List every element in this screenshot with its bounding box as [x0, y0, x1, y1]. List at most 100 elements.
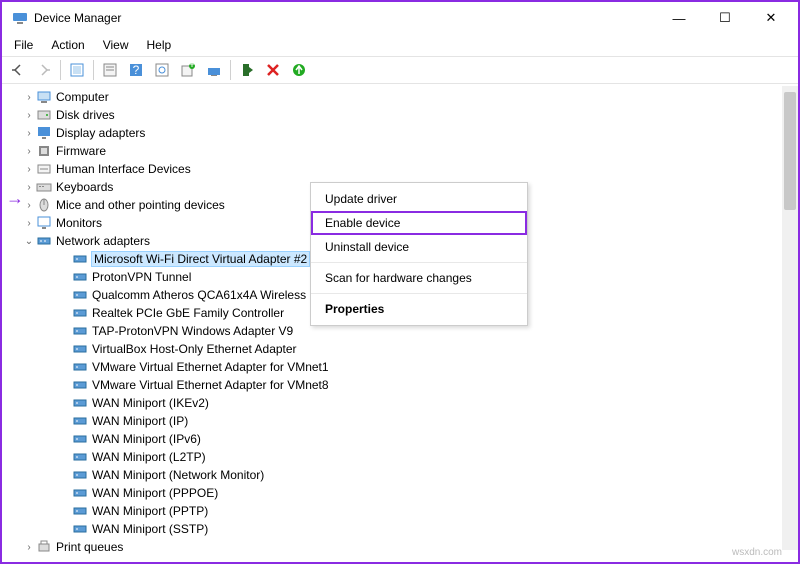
tree-item[interactable]: WAN Miniport (PPPOE): [14, 484, 798, 502]
network-adapter-icon: [72, 287, 88, 303]
context-menu-item[interactable]: Enable device: [311, 211, 527, 235]
properties-button[interactable]: [98, 58, 122, 82]
network-adapter-icon: [72, 305, 88, 321]
uninstall-button[interactable]: [261, 58, 285, 82]
scrollbar-thumb[interactable]: [784, 92, 796, 210]
tree-item[interactable]: WAN Miniport (L2TP): [14, 448, 798, 466]
context-menu-item[interactable]: Properties: [311, 297, 527, 321]
tree-item[interactable]: ›Disk drives: [14, 106, 798, 124]
tree-item[interactable]: › Firmware: [14, 142, 798, 160]
chevron-right-icon[interactable]: ›: [22, 92, 36, 103]
tree-item-label: VMware Virtual Ethernet Adapter for VMne…: [92, 378, 329, 392]
context-menu-item[interactable]: Uninstall device: [311, 235, 527, 259]
tree-item[interactable]: VMware Virtual Ethernet Adapter for VMne…: [14, 358, 798, 376]
tree-item-label: TAP-ProtonVPN Windows Adapter V9: [92, 324, 293, 338]
tree-item-label: Keyboards: [56, 180, 113, 194]
menu-action[interactable]: Action: [43, 36, 92, 54]
device-category-icon: [36, 107, 52, 123]
update-driver-button[interactable]: [202, 58, 226, 82]
chevron-right-icon[interactable]: ›: [22, 182, 36, 193]
tree-item[interactable]: ›Print queues: [14, 538, 798, 556]
tree-item-label: WAN Miniport (IP): [92, 414, 188, 428]
forward-button[interactable]: [32, 58, 56, 82]
app-icon: [12, 10, 28, 26]
tree-item-label: WAN Miniport (PPTP): [92, 504, 208, 518]
tree-item-label: Qualcomm Atheros QCA61x4A Wireless: [92, 288, 306, 302]
tree-item[interactable]: WAN Miniport (IKEv2): [14, 394, 798, 412]
scrollbar[interactable]: [782, 86, 798, 550]
network-adapter-icon: [72, 395, 88, 411]
network-adapter-icon: [72, 521, 88, 537]
device-category-icon: [36, 215, 52, 231]
menu-help[interactable]: Help: [139, 36, 180, 54]
tree-item-label: WAN Miniport (L2TP): [92, 450, 206, 464]
device-category-icon: [36, 161, 52, 177]
tree-item[interactable]: › Human Interface Devices: [14, 160, 798, 178]
tree-item[interactable]: WAN Miniport (IP): [14, 412, 798, 430]
watermark: wsxdn.com: [732, 547, 782, 558]
device-category-icon: [36, 179, 52, 195]
tree-item-label: Network adapters: [56, 234, 150, 248]
menu-separator: [311, 293, 527, 294]
menu-file[interactable]: File: [6, 36, 41, 54]
device-category-icon: [36, 89, 52, 105]
device-category-icon: [36, 233, 52, 249]
show-hidden-button[interactable]: [65, 58, 89, 82]
scan-hardware-button[interactable]: [287, 58, 311, 82]
maximize-button[interactable]: ☐: [702, 3, 748, 33]
tree-item-label: WAN Miniport (IPv6): [92, 432, 201, 446]
network-adapter-icon: [72, 449, 88, 465]
network-adapter-icon: [72, 341, 88, 357]
chevron-right-icon[interactable]: ›: [22, 146, 36, 157]
tree-item[interactable]: WAN Miniport (SSTP): [14, 520, 798, 538]
tree-item-label: Computer: [56, 90, 109, 104]
annotation-arrow-icon: →: [6, 188, 24, 209]
tree-item[interactable]: VMware Virtual Ethernet Adapter for VMne…: [14, 376, 798, 394]
tree-item-label: VMware Virtual Ethernet Adapter for VMne…: [92, 360, 329, 374]
menubar: File Action View Help: [2, 34, 798, 56]
device-category-icon: [36, 197, 52, 213]
help-button[interactable]: ?: [124, 58, 148, 82]
tree-item[interactable]: WAN Miniport (IPv6): [14, 430, 798, 448]
context-menu-item[interactable]: Scan for hardware changes: [311, 266, 527, 290]
network-adapter-icon: [72, 377, 88, 393]
chevron-right-icon[interactable]: ›: [22, 200, 36, 211]
tree-item[interactable]: VirtualBox Host-Only Ethernet Adapter: [14, 340, 798, 358]
tree-item[interactable]: WAN Miniport (Network Monitor): [14, 466, 798, 484]
tree-item-label: WAN Miniport (Network Monitor): [92, 468, 264, 482]
chevron-right-icon[interactable]: ›: [22, 218, 36, 229]
device-category-icon: [36, 143, 52, 159]
tree-item[interactable]: › Computer: [14, 88, 798, 106]
tree-item-label: Human Interface Devices: [56, 162, 191, 176]
tree-item-label: WAN Miniport (PPPOE): [92, 486, 218, 500]
back-button[interactable]: [6, 58, 30, 82]
svg-text:+: +: [188, 62, 195, 71]
scan-button[interactable]: [150, 58, 174, 82]
chevron-right-icon[interactable]: ›: [22, 128, 36, 139]
tree-item[interactable]: WAN Miniport (PPTP): [14, 502, 798, 520]
tree-item-label: WAN Miniport (SSTP): [92, 522, 208, 536]
window-title: Device Manager: [34, 11, 121, 25]
tree-item[interactable]: ›Display adapters: [14, 124, 798, 142]
chevron-right-icon[interactable]: ›: [22, 164, 36, 175]
add-legacy-button[interactable]: +: [176, 58, 200, 82]
tree-item-label: Realtek PCIe GbE Family Controller: [92, 306, 284, 320]
chevron-down-icon[interactable]: ⌄: [22, 236, 36, 247]
network-adapter-icon: [72, 269, 88, 285]
titlebar: Device Manager — ☐ ✕: [2, 2, 798, 34]
context-menu-item[interactable]: Update driver: [311, 187, 527, 211]
network-adapter-icon: [72, 359, 88, 375]
tree-item-label: Firmware: [56, 144, 106, 158]
tree-item-label: ProtonVPN Tunnel: [92, 270, 191, 284]
minimize-button[interactable]: —: [656, 3, 702, 33]
chevron-right-icon[interactable]: ›: [22, 542, 36, 553]
close-button[interactable]: ✕: [748, 3, 794, 33]
tree-item-label: Mice and other pointing devices: [56, 198, 225, 212]
chevron-right-icon[interactable]: ›: [22, 110, 36, 121]
tree-item-label: Monitors: [56, 216, 102, 230]
menu-view[interactable]: View: [95, 36, 137, 54]
tree-item-label: Microsoft Wi-Fi Direct Virtual Adapter #…: [92, 252, 309, 266]
network-adapter-icon: [72, 251, 88, 267]
enable-button[interactable]: [235, 58, 259, 82]
context-menu: Update driverEnable deviceUninstall devi…: [310, 182, 528, 326]
